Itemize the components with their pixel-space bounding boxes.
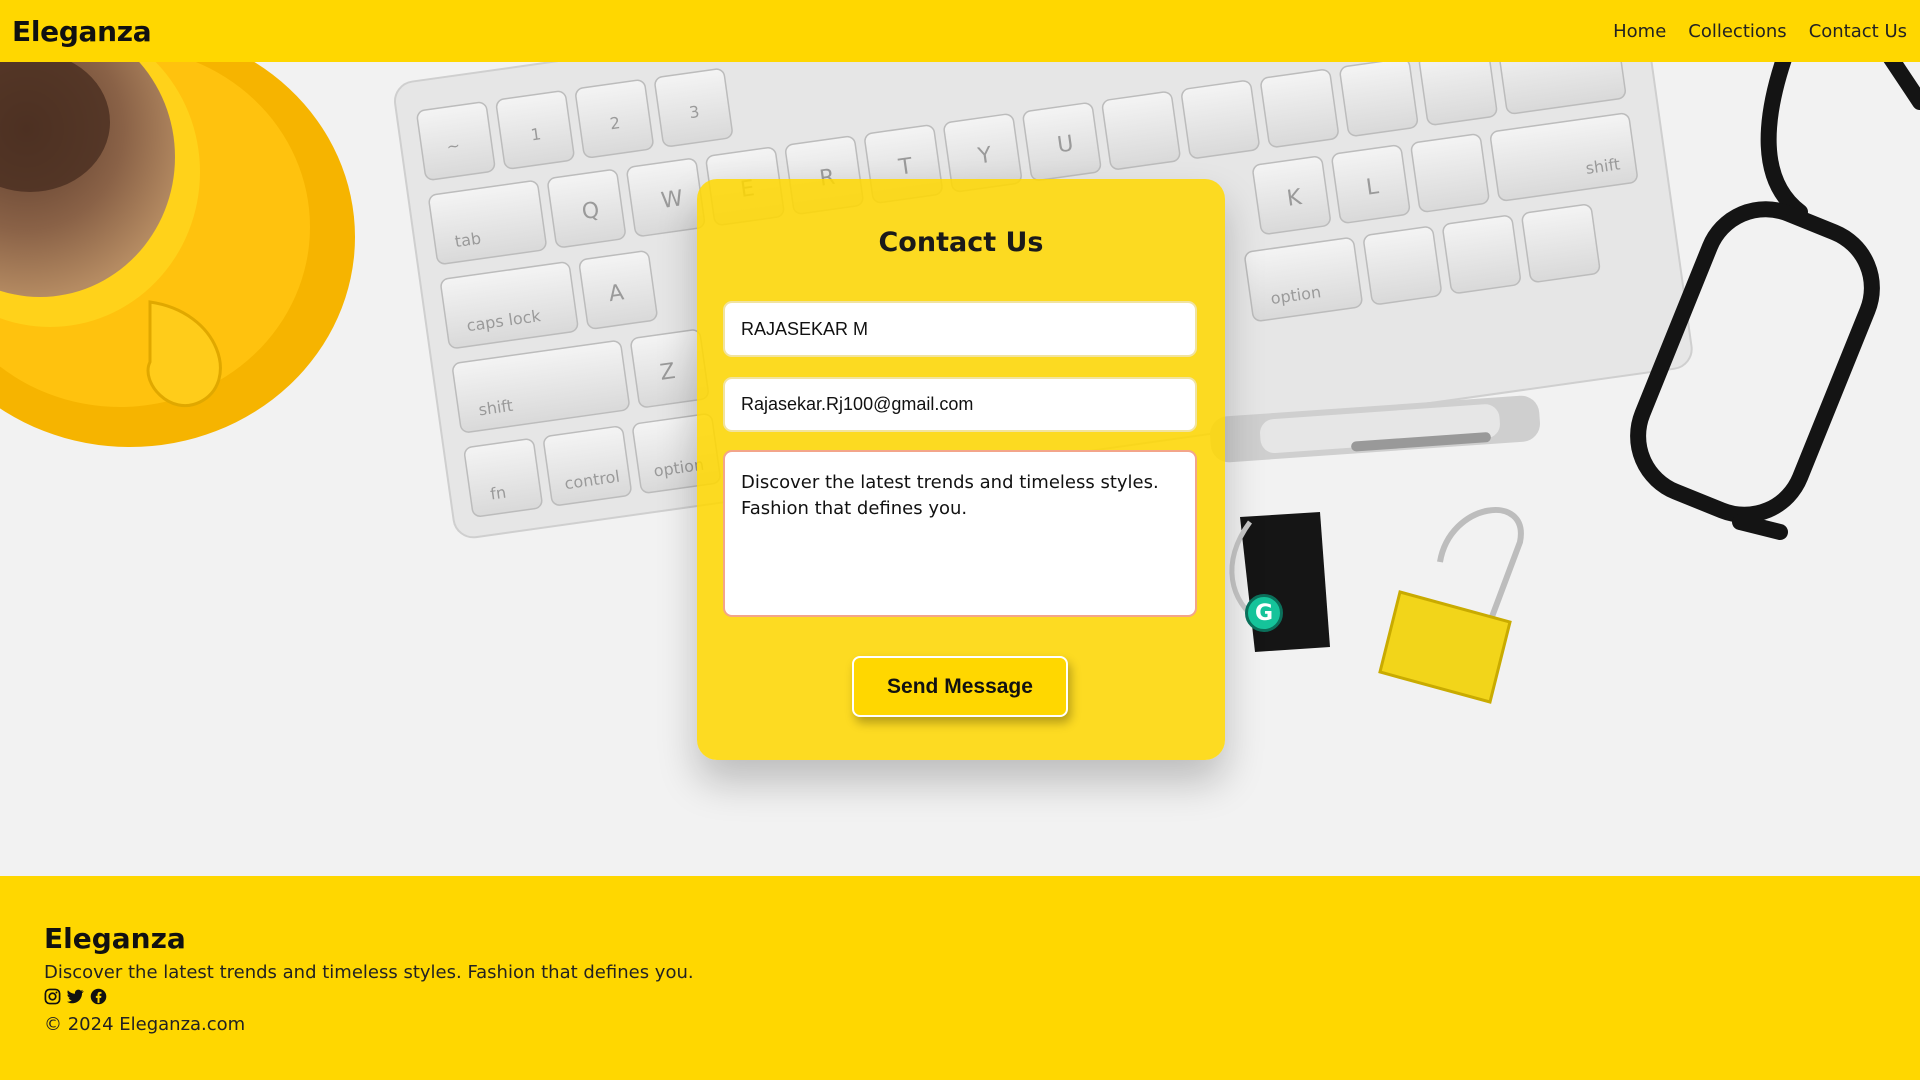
nav-home[interactable]: Home — [1613, 21, 1666, 42]
footer-copyright: © 2024 Eleganza.com — [44, 1014, 246, 1035]
grammarly-icon[interactable]: G — [1245, 594, 1283, 632]
nav-collections[interactable]: Collections — [1688, 21, 1786, 42]
nav-contact-us[interactable]: Contact Us — [1809, 21, 1907, 42]
message-textarea[interactable]: Discover the latest trends and timeless … — [723, 450, 1197, 617]
contact-card: Contact Us RAJASEKAR M Rajasekar.Rj100@g… — [697, 179, 1225, 760]
send-message-button[interactable]: Send Message — [852, 656, 1068, 717]
facebook-icon[interactable] — [90, 988, 107, 1005]
footer: Eleganza Discover the latest trends and … — [0, 876, 1920, 1080]
svg-text:~: ~ — [445, 136, 461, 157]
footer-tagline: Discover the latest trends and timeless … — [44, 962, 694, 983]
svg-text:fn: fn — [489, 483, 507, 504]
svg-text:Q: Q — [580, 198, 601, 225]
nav-links: Home Collections Contact Us — [1613, 21, 1907, 42]
svg-text:W: W — [660, 186, 685, 214]
brand-logo[interactable]: Eleganza — [12, 15, 152, 48]
name-field[interactable]: RAJASEKAR M — [723, 301, 1197, 357]
email-field[interactable]: Rajasekar.Rj100@gmail.com — [723, 377, 1197, 432]
svg-text:U: U — [1056, 131, 1075, 158]
contact-title: Contact Us — [878, 227, 1044, 258]
footer-brand: Eleganza — [44, 922, 186, 955]
instagram-icon[interactable] — [44, 988, 61, 1005]
navbar: Eleganza Home Collections Contact Us — [0, 0, 1920, 62]
svg-text:tab: tab — [454, 229, 483, 251]
twitter-icon[interactable] — [67, 988, 84, 1005]
social-links — [44, 988, 107, 1005]
